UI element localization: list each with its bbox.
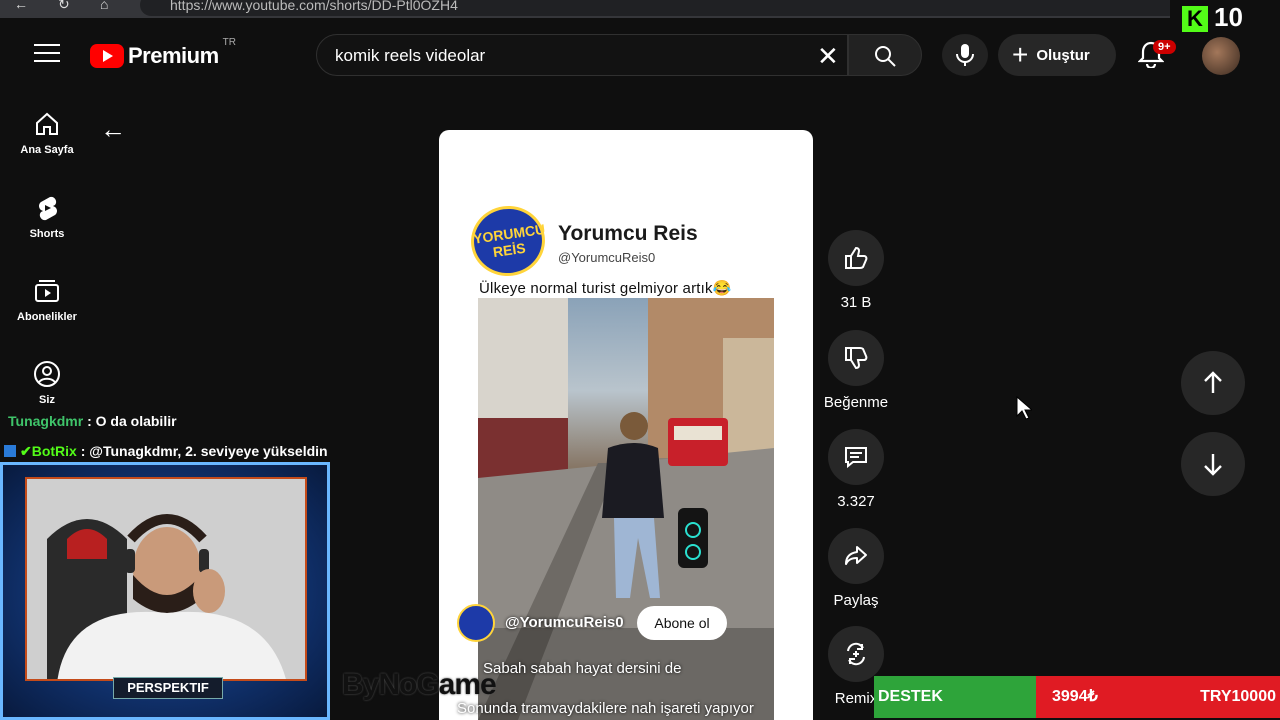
remix-label: Remix [834, 690, 878, 706]
streamer-image [27, 479, 305, 679]
channel-handle: @YorumcuReis0 [558, 250, 656, 265]
webcam-feed [25, 477, 307, 681]
home-icon[interactable]: ⌂ [100, 0, 108, 12]
donation-amount: 3994₺ [1036, 676, 1126, 718]
subscribe-button[interactable]: Abone ol [637, 606, 727, 640]
sidebar-item-label: Ana Sayfa [20, 144, 74, 156]
webcam-overlay: PERSPEKTIF [0, 462, 330, 720]
arrow-down-icon [1204, 454, 1222, 476]
share-label: Paylaş [833, 592, 879, 609]
subscriptions-icon [35, 280, 59, 302]
webcam-label: PERSPEKTIF [113, 677, 223, 699]
share-icon [845, 546, 867, 565]
voice-search-button[interactable] [942, 34, 988, 76]
menu-icon[interactable] [34, 44, 60, 64]
microphone-icon [956, 44, 974, 66]
you-icon [34, 361, 60, 387]
short-video-player[interactable]: YORUMCU REİS Yorumcu Reis @YorumcuReis0 … [439, 130, 813, 720]
logo-text: Premium [128, 43, 219, 68]
arrow-up-icon [1204, 371, 1222, 393]
sidebar-item-label: Abonelikler [17, 311, 77, 323]
kick-logo: K [1182, 6, 1208, 32]
like-count: 31 B [840, 294, 872, 311]
address-bar[interactable]: https://www.youtube.com/shorts/DD-Ptl0OZ… [140, 0, 1180, 16]
search-box[interactable]: komik reels videolar ✕ [316, 34, 848, 76]
account-avatar[interactable] [1202, 37, 1240, 75]
youtube-premium-logo[interactable]: Premium TR [90, 37, 236, 69]
search-button[interactable] [848, 34, 922, 76]
back-arrow-icon[interactable]: ← [14, 0, 28, 12]
chat-message: Tunagkdmr : O da olabilir [8, 413, 177, 429]
shorts-icon [39, 196, 57, 221]
browser-toolbar: ← ↻ ⌂ https://www.youtube.com/shorts/DD-… [0, 0, 1280, 18]
overlay-channel-avatar[interactable] [457, 604, 495, 642]
search-input[interactable]: komik reels videolar [335, 46, 485, 66]
back-arrow-icon[interactable]: ← [100, 114, 126, 145]
plus-icon: + [1012, 39, 1029, 70]
remix-icon [847, 642, 865, 666]
donation-bar: DESTEK 3994₺ TRY10000 [874, 676, 1280, 718]
next-short-button[interactable] [1181, 432, 1245, 496]
thumbs-down-icon [845, 347, 868, 370]
channel-name: Yorumcu Reis [558, 222, 698, 245]
donation-label: DESTEK [874, 676, 1036, 718]
comments-button[interactable]: 3.327 [820, 429, 892, 510]
chat-username: BotRix [31, 443, 77, 459]
video-caption: Ülkeye normal turist gelmiyor artık😂 [479, 280, 732, 297]
comment-icon [845, 447, 867, 469]
sidebar-item-label: Shorts [29, 228, 65, 240]
thumbs-up-icon [845, 246, 868, 269]
channel-logo: YORUMCU REİS [466, 201, 550, 281]
mod-badge-icon [4, 445, 16, 457]
verified-badge-icon: ✔ [20, 443, 32, 459]
chat-text: : O da olabilir [83, 413, 177, 429]
create-label: Oluştur [1036, 46, 1090, 64]
donation-goal: TRY10000 [1126, 676, 1280, 718]
dislike-label: Beğenme [823, 394, 889, 411]
youtube-play-icon [90, 44, 124, 68]
video-description-line2[interactable]: Sonunda tramvaydakilere nah işareti yapı… [457, 700, 754, 717]
bynogame-watermark: ByNoGame [342, 668, 497, 701]
sidebar-item-label: Siz [39, 394, 55, 406]
video-frame [478, 298, 774, 720]
mouse-cursor-icon [1016, 396, 1032, 420]
sidebar-item-shorts[interactable]: Shorts [0, 194, 94, 240]
previous-short-button[interactable] [1181, 351, 1245, 415]
chat-username: Tunagkdmr [8, 413, 84, 429]
like-button[interactable]: 31 B [820, 230, 892, 311]
sidebar-item-you[interactable]: Siz [0, 360, 94, 406]
chat-message: ✔BotRix : @Tunagkdmr, 2. seviyeye yüksel… [4, 443, 328, 460]
viewer-count: 10 [1214, 2, 1243, 32]
region-code: TR [222, 37, 236, 48]
video-description-line1[interactable]: Sabah sabah hayat dersini de [483, 660, 681, 677]
comment-count: 3.327 [837, 493, 875, 510]
sidebar-item-subscriptions[interactable]: Abonelikler [0, 277, 94, 323]
kick-viewer-widget: K 10 [1170, 0, 1280, 34]
search-icon [875, 46, 896, 67]
street-scene-image [478, 298, 774, 720]
notification-badge: 9+ [1153, 40, 1176, 54]
share-button[interactable]: Paylaş [820, 528, 892, 609]
overlay-channel-handle[interactable]: @YorumcuReis0 [505, 614, 624, 631]
home-icon [36, 112, 58, 135]
create-button[interactable]: + Oluştur [998, 34, 1116, 76]
dislike-button[interactable]: Beğenme [820, 330, 892, 411]
clear-search-icon[interactable]: ✕ [817, 41, 839, 72]
chat-text: : @Tunagkdmr, 2. seviyeye yükseldin [76, 443, 328, 459]
sidebar-item-home[interactable]: Ana Sayfa [0, 110, 94, 156]
reload-icon[interactable]: ↻ [58, 0, 70, 13]
